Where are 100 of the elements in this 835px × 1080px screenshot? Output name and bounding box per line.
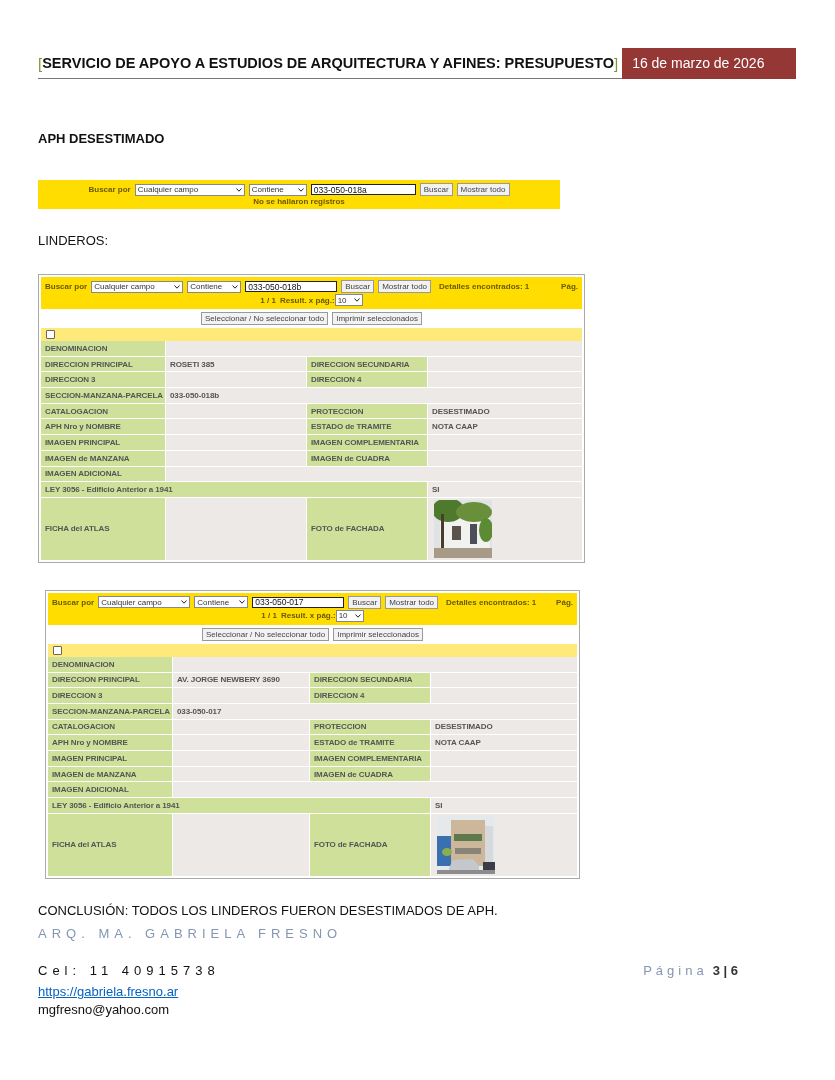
- per-page-dropdown[interactable]: 10: [334, 294, 363, 306]
- field-label: FICHA del ATLAS: [41, 497, 165, 560]
- conclusion-text: CONCLUSIÓN: TODOS LOS LINDEROS FUERON DESESTIMADOS DE APH.: [38, 902, 499, 918]
- page-label: Pág.: [556, 597, 573, 607]
- field-label: LEY 3056 - Edificio Anterior a 1941: [41, 482, 427, 497]
- field-value: 033-050-018b: [166, 388, 582, 403]
- field-label: DIRECCION 3: [41, 372, 165, 388]
- phone-number: Cel: 11 40915738: [38, 962, 220, 978]
- field-label: ESTADO de TRAMITE: [307, 419, 427, 435]
- author-name: ARQ. MA. GABRIELA FRESNO: [38, 925, 344, 941]
- field-value: SI: [428, 482, 582, 497]
- checkbox[interactable]: [53, 645, 62, 655]
- field-value: SI: [431, 798, 577, 813]
- no-results-message: No se hallaron registros: [253, 197, 345, 206]
- field-value: DESESTIMADO: [431, 719, 577, 735]
- print-selected-button[interactable]: Imprimir seleccionados: [332, 312, 422, 325]
- page-label: Pág.: [561, 282, 578, 291]
- search-label: Buscar por: [52, 597, 95, 607]
- field-value: NOTA CAAP: [428, 419, 582, 435]
- field-label: IMAGEN de MANZANA: [41, 450, 165, 466]
- search-field[interactable]: 033-050-018a: [310, 184, 416, 195]
- field-label: IMAGEN PRINCIPAL: [41, 435, 165, 450]
- field-label: DIRECCION 4: [310, 688, 430, 703]
- email-address: mgfresno@yahoo.com: [38, 1001, 170, 1017]
- section-title: APH DESESTIMADO: [38, 131, 166, 146]
- search-label: Buscar por: [88, 185, 131, 194]
- field-label: IMAGEN de CUADRA: [310, 766, 430, 782]
- bracket: ]: [613, 54, 619, 72]
- show-all-button[interactable]: Mostrar todo: [385, 595, 439, 609]
- search-button[interactable]: Buscar: [419, 183, 453, 196]
- checkbox[interactable]: [46, 330, 55, 339]
- document-title: SERVICIO DE APOYO A ESTUDIOS DE ARQUITECTURA Y AFINES: PRESUPUESTO: [42, 55, 614, 71]
- field-label: DIRECCION SECUNDARIA: [310, 672, 430, 688]
- per-page-dropdown[interactable]: 10: [335, 609, 364, 622]
- field-label: IMAGEN de CUADRA: [307, 450, 427, 466]
- operator-dropdown[interactable]: Contiene: [187, 280, 242, 293]
- field-label: IMAGEN ADICIONAL: [41, 466, 165, 482]
- operator-dropdown[interactable]: Contiene: [248, 183, 307, 196]
- pager: 1 / 1: [261, 611, 277, 621]
- field-label: APH Nro y NOMBRE: [41, 419, 165, 435]
- search-button[interactable]: Buscar: [348, 595, 382, 609]
- field-label: FOTO de FACHADA: [307, 497, 427, 560]
- search-button[interactable]: Buscar: [341, 280, 375, 293]
- document-date: 16 de marzo de 2026: [622, 48, 796, 79]
- show-all-button[interactable]: Mostrar todo: [456, 183, 510, 196]
- field-label: SECCION-MANZANA-PARCELA: [41, 388, 165, 403]
- select-all-button[interactable]: Seleccionar / No seleccionar todo: [202, 627, 330, 641]
- page-number: 3 | 6: [712, 962, 738, 978]
- field-label: IMAGEN ADICIONAL: [48, 782, 172, 798]
- caret-icon: [235, 187, 242, 192]
- per-page-label: Result. x pág.:: [280, 611, 336, 621]
- field-label: IMAGEN de MANZANA: [48, 766, 172, 782]
- field-label: DIRECCION 4: [307, 372, 427, 388]
- field-label: IMAGEN PRINCIPAL: [48, 751, 172, 766]
- field-label: IMAGEN COMPLEMENTARIA: [310, 751, 430, 766]
- field-label: APH Nro y NOMBRE: [48, 735, 172, 750]
- field-value: ROSETI 385: [166, 356, 306, 372]
- field-label: LEY 3056 - Edificio Anterior a 1941: [48, 798, 430, 813]
- field-label: CATALOGACION: [41, 403, 165, 419]
- caret-icon: [239, 600, 246, 605]
- pager: 1 / 1: [260, 295, 276, 305]
- field-label: SECCION-MANZANA-PARCELA: [48, 703, 172, 719]
- field-label: FICHA del ATLAS: [48, 813, 172, 876]
- field-label: DIRECCION SECUNDARIA: [307, 356, 427, 372]
- caret-icon: [232, 284, 239, 289]
- search-field[interactable]: 033-050-017: [252, 596, 345, 608]
- field-value: AV. JORGE NEWBERY 3690: [173, 672, 309, 688]
- caret-icon: [354, 613, 361, 618]
- caret-icon: [181, 600, 188, 605]
- select-all-button[interactable]: Seleccionar / No seleccionar todo: [201, 312, 329, 325]
- search-field[interactable]: 033-050-018b: [245, 281, 338, 292]
- field-label: ESTADO de TRAMITE: [310, 735, 430, 750]
- per-page-label: Result. x pág.:: [279, 295, 335, 305]
- page-label: Página: [643, 962, 708, 978]
- field-label: DIRECCION 3: [48, 688, 172, 703]
- operator-dropdown[interactable]: Contiene: [194, 596, 249, 609]
- bracket: [: [38, 54, 43, 72]
- field-label: DIRECCION PRINCIPAL: [41, 356, 165, 372]
- field-label: DENOMINACION: [41, 341, 165, 356]
- field-dropdown[interactable]: Cualquier campo: [134, 183, 245, 196]
- show-all-button[interactable]: Mostrar todo: [378, 280, 432, 293]
- field-label: PROTECCION: [307, 403, 427, 419]
- field-dropdown[interactable]: Cualquier campo: [91, 280, 184, 293]
- field-label: PROTECCION: [310, 719, 430, 735]
- field-dropdown[interactable]: Cualquier campo: [98, 596, 191, 609]
- results-count: Detalles encontrados: 1: [439, 282, 530, 291]
- field-label: DIRECCION PRINCIPAL: [48, 672, 172, 688]
- field-value: NOTA CAAP: [431, 735, 577, 750]
- search-label: Buscar por: [45, 282, 88, 291]
- section-label: LINDEROS:: [38, 233, 110, 248]
- field-value: DESESTIMADO: [428, 403, 582, 419]
- field-label: CATALOGACION: [48, 719, 172, 735]
- field-label: IMAGEN COMPLEMENTARIA: [307, 435, 427, 450]
- print-selected-button[interactable]: Imprimir seleccionados: [333, 627, 423, 641]
- caret-icon: [174, 284, 181, 289]
- field-value: 033-050-017: [173, 703, 577, 719]
- website-link[interactable]: https://gabriela.fresno.ar: [38, 983, 179, 999]
- caret-icon: [297, 187, 304, 192]
- caret-icon: [353, 298, 360, 302]
- results-count: Detalles encontrados: 1: [446, 597, 537, 607]
